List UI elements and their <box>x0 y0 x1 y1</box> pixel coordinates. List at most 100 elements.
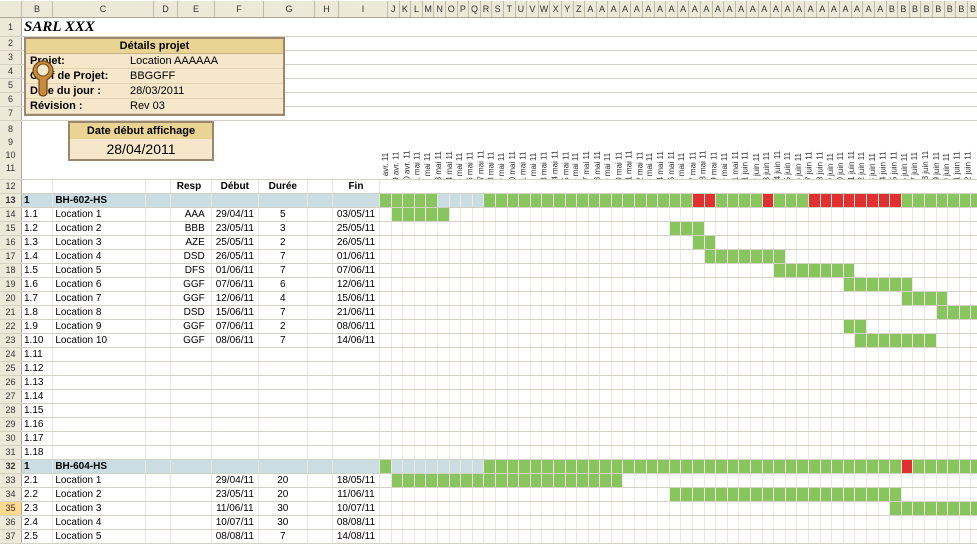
col-header-V[interactable]: V <box>527 1 539 17</box>
gantt-cell[interactable] <box>519 306 531 319</box>
gantt-cell[interactable] <box>438 194 450 207</box>
gantt-cell[interactable] <box>519 390 531 403</box>
gantt-cell[interactable] <box>484 418 496 431</box>
gantt-cell[interactable] <box>647 250 659 263</box>
gantt-cell[interactable] <box>566 460 578 473</box>
gantt-cell[interactable] <box>473 306 485 319</box>
gantt-cell[interactable] <box>403 194 415 207</box>
gantt-cell[interactable] <box>415 502 427 515</box>
gantt-cell[interactable] <box>751 236 763 249</box>
gantt-cell[interactable] <box>739 460 751 473</box>
gantt-cell[interactable] <box>728 348 740 361</box>
gantt-cell[interactable] <box>403 250 415 263</box>
gantt-cell[interactable] <box>867 264 879 277</box>
gantt-cell[interactable] <box>461 376 473 389</box>
gantt-cell[interactable] <box>658 250 670 263</box>
gantt-cell[interactable] <box>623 530 635 543</box>
gantt-cell[interactable] <box>450 530 462 543</box>
gantt-cell[interactable] <box>380 348 392 361</box>
gantt-cell[interactable] <box>658 418 670 431</box>
col-header-AM[interactable]: A <box>724 1 736 17</box>
gantt-cell[interactable] <box>913 432 925 445</box>
gantt-cell[interactable] <box>542 432 554 445</box>
gantt-cell[interactable] <box>937 488 949 501</box>
gantt-cell[interactable] <box>971 222 977 235</box>
gantt-cell[interactable] <box>821 222 833 235</box>
gantt-cell[interactable] <box>380 362 392 375</box>
gantt-cell[interactable] <box>392 474 404 487</box>
gantt-cell[interactable] <box>508 502 520 515</box>
gantt-cell[interactable] <box>589 362 601 375</box>
gantt-cell[interactable] <box>589 222 601 235</box>
gantt-cell[interactable] <box>786 362 798 375</box>
gantt-cell[interactable] <box>577 278 589 291</box>
gantt-cell[interactable] <box>809 264 821 277</box>
gantt-cell[interactable] <box>589 516 601 529</box>
gantt-cell[interactable] <box>832 278 844 291</box>
gantt-cell[interactable] <box>461 404 473 417</box>
gantt-cell[interactable] <box>554 376 566 389</box>
gantt-cell[interactable] <box>450 264 462 277</box>
gantt-cell[interactable] <box>380 432 392 445</box>
gantt-cell[interactable] <box>937 208 949 221</box>
gantt-cell[interactable] <box>473 208 485 221</box>
gantt-cell[interactable] <box>508 334 520 347</box>
col-header-H[interactable]: H <box>315 1 339 17</box>
gantt-cell[interactable] <box>635 404 647 417</box>
gantt-cell[interactable] <box>728 250 740 263</box>
gantt-cell[interactable] <box>716 208 728 221</box>
gantt-cell[interactable] <box>797 530 809 543</box>
gantt-cell[interactable] <box>832 460 844 473</box>
gantt-cell[interactable] <box>821 390 833 403</box>
gantt-cell[interactable] <box>438 250 450 263</box>
gantt-cell[interactable] <box>681 222 693 235</box>
gantt-cell[interactable] <box>890 334 902 347</box>
gantt-cell[interactable] <box>960 488 972 501</box>
gantt-cell[interactable] <box>890 432 902 445</box>
gantt-cell[interactable] <box>751 516 763 529</box>
gantt-cell[interactable] <box>693 390 705 403</box>
gantt-cell[interactable] <box>948 516 960 529</box>
gantt-cell[interactable] <box>519 376 531 389</box>
gantt-cell[interactable] <box>600 502 612 515</box>
gantt-cell[interactable] <box>658 390 670 403</box>
gantt-cell[interactable] <box>763 362 775 375</box>
gantt-cell[interactable] <box>566 348 578 361</box>
gantt-cell[interactable] <box>867 334 879 347</box>
gantt-cell[interactable] <box>589 376 601 389</box>
gantt-cell[interactable] <box>728 236 740 249</box>
gantt-cell[interactable] <box>554 250 566 263</box>
gantt-cell[interactable] <box>681 460 693 473</box>
gantt-cell[interactable] <box>948 278 960 291</box>
gantt-cell[interactable] <box>519 488 531 501</box>
gantt-cell[interactable] <box>948 390 960 403</box>
gantt-cell[interactable] <box>844 418 856 431</box>
gantt-cell[interactable] <box>426 222 438 235</box>
gantt-cell[interactable] <box>763 236 775 249</box>
gantt-cell[interactable] <box>960 390 972 403</box>
gantt-cell[interactable] <box>612 292 624 305</box>
gantt-cell[interactable] <box>612 432 624 445</box>
gantt-cell[interactable] <box>612 362 624 375</box>
col-header-K[interactable]: K <box>400 1 412 17</box>
gantt-cell[interactable] <box>728 502 740 515</box>
gantt-cell[interactable] <box>600 348 612 361</box>
col-header-E[interactable]: E <box>178 1 215 17</box>
gantt-cell[interactable] <box>508 348 520 361</box>
gantt-cell[interactable] <box>415 292 427 305</box>
gantt-cell[interactable] <box>658 264 670 277</box>
gantt-cell[interactable] <box>426 236 438 249</box>
gantt-cell[interactable] <box>566 292 578 305</box>
gantt-cell[interactable] <box>450 362 462 375</box>
gantt-cell[interactable] <box>496 264 508 277</box>
gantt-cell[interactable] <box>484 474 496 487</box>
gantt-cell[interactable] <box>774 348 786 361</box>
gantt-cell[interactable] <box>705 306 717 319</box>
gantt-cell[interactable] <box>960 292 972 305</box>
gantt-cell[interactable] <box>461 474 473 487</box>
gantt-cell[interactable] <box>797 404 809 417</box>
gantt-cell[interactable] <box>739 278 751 291</box>
gantt-cell[interactable] <box>786 502 798 515</box>
gantt-cell[interactable] <box>844 292 856 305</box>
corner-cell[interactable] <box>0 1 22 17</box>
